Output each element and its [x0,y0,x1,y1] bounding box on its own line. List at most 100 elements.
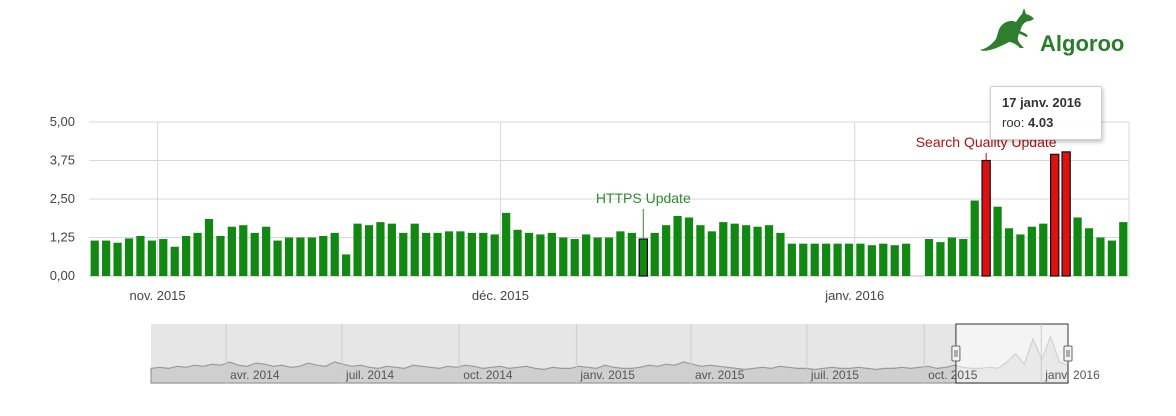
bar [456,231,465,276]
bar [742,225,751,276]
bar [102,240,111,276]
bar [490,234,499,276]
y-tick-label: 1,25 [50,230,75,245]
bar [410,223,419,276]
bar [296,237,305,276]
navigator-handle-left[interactable] [951,345,961,362]
bar [662,225,671,276]
bar [387,223,396,276]
bar [787,243,796,276]
bar [284,237,294,276]
navigator-tick-label: avr. 2014 [230,368,280,382]
bar [182,235,191,276]
chart-canvas: 0,00 1,25 2,50 3,75 5,00 nov. 2015 déc. 2015 j… [50,114,1130,384]
bar-highlighted [981,159,991,277]
bar [936,242,945,276]
bar [719,222,728,276]
bar-series[interactable] [90,151,1128,277]
navigator-tick-label: juil. 2014 [345,368,394,382]
navigator-tick-label: janv. 2016 [1044,368,1100,382]
tooltip-separator: : [1020,115,1029,130]
bar [124,238,134,276]
bar [810,243,819,276]
handle-grip [951,345,961,362]
bar [753,226,762,276]
navigator-tick-label: avr. 2015 [695,368,745,382]
navigator-tick-label: janv. 2015 [579,368,635,382]
bar [993,206,1002,276]
bar [902,243,911,276]
bar [364,225,374,276]
bar [319,235,328,276]
bar [1096,237,1105,276]
bar [216,235,225,276]
bar [730,223,739,276]
bar [136,235,145,276]
bar [604,237,614,276]
navigator-tick-label: oct. 2015 [928,368,978,382]
bar [684,217,694,276]
bar [616,231,625,276]
bar [593,237,602,276]
bar [353,223,362,276]
x-axis: nov. 2015 déc. 2015 janv. 2016 [130,288,885,303]
bar [1027,226,1036,276]
bar [822,243,831,276]
bar [147,240,156,276]
bar [627,232,636,276]
bar [547,232,556,276]
bar [376,222,385,276]
bar [513,229,522,276]
bar [707,231,716,276]
tooltip-date: 17 janv. 2016 [1002,95,1082,110]
bar [856,243,865,276]
bar [947,237,956,276]
tooltip-value: 4.03 [1028,115,1054,130]
bar [262,226,271,276]
bar [673,215,682,276]
bar [559,237,568,276]
navigator-handle-right[interactable] [1063,345,1073,362]
bar [399,232,408,276]
tooltip: 17 janv. 2016 roo: 4.03 [990,86,1102,140]
x-tick-label: janv. 2016 [824,288,884,303]
tooltip-series-name: roo [1002,115,1021,130]
x-tick-label: nov. 2015 [130,288,186,303]
bar [890,245,899,276]
navigator-tick-label: oct. 2014 [463,368,513,382]
bar [844,243,854,276]
bar [170,246,179,276]
bar [90,240,99,276]
tooltip-series-row: roo: 4.03 [1002,115,1053,130]
bar [307,237,316,276]
bar [479,232,488,276]
bar [467,232,476,276]
bar [833,243,842,276]
handle-grip [1063,345,1073,362]
bar [330,232,339,276]
bar-highlighted [1061,151,1071,277]
bar [879,243,888,276]
y-tick-label: 2,50 [50,191,75,206]
bar [342,254,351,276]
bar [867,245,876,276]
bar [1004,228,1014,276]
bar [570,239,579,276]
bar [1107,240,1116,276]
bar [638,238,648,277]
bar [524,232,534,276]
bar [239,225,248,276]
bar [1073,217,1082,276]
bar [970,200,979,276]
bar [1084,228,1094,276]
bar [250,232,259,276]
bar [193,232,202,276]
range-navigator[interactable]: avr. 2014 juil. 2014 oct. 2014 janv. 2015 av… [150,323,1100,384]
bar [764,225,774,276]
y-tick-label: 0,00 [50,268,75,283]
bar [650,232,659,276]
bar [776,232,785,276]
bar [1016,234,1025,276]
navigator-tick-label: juil. 2015 [810,368,859,382]
bar [924,239,934,276]
